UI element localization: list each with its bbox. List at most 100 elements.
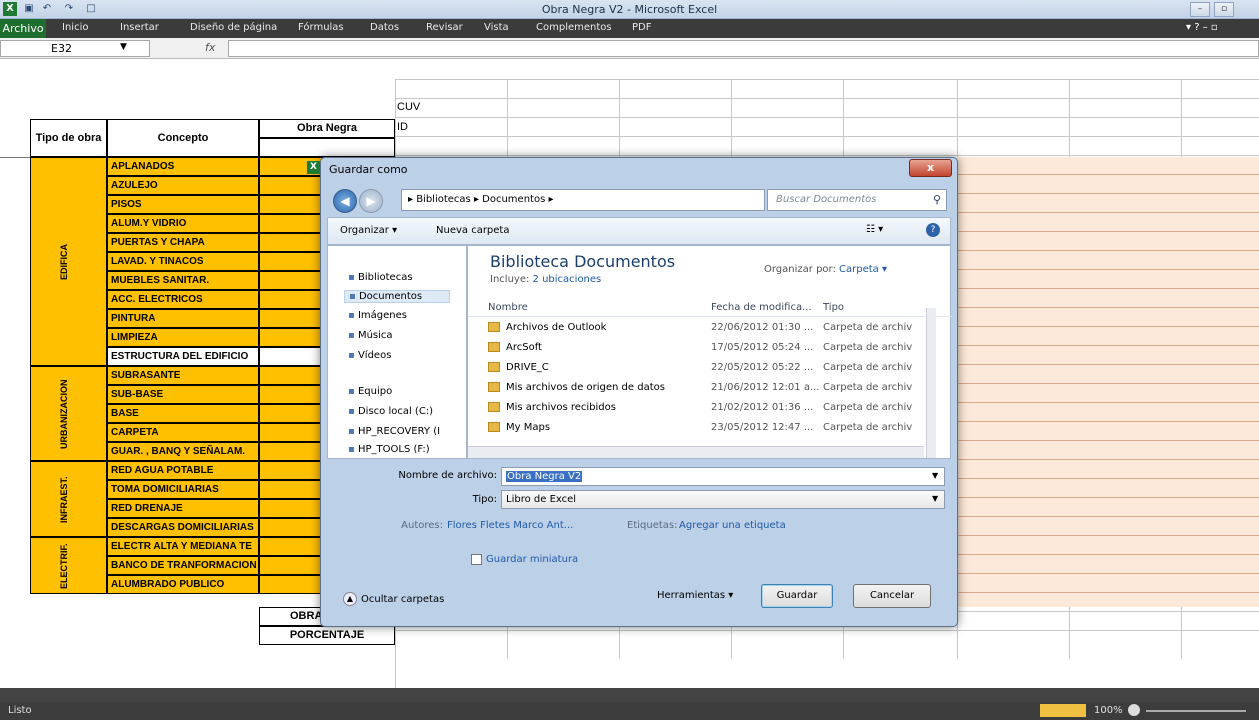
forward-arrow-icon[interactable]: ▶ <box>359 189 383 213</box>
chevron-down-icon[interactable]: ▼ <box>932 494 938 503</box>
list-item[interactable]: Mis archivos recibidos 21/02/2012 01:36 .… <box>488 402 943 420</box>
filename-value[interactable]: Obra Negra V2 <box>506 471 583 482</box>
tab-revisar[interactable]: Revisar <box>426 22 463 33</box>
vertical-scrollbar[interactable] <box>926 308 936 458</box>
concepto-cell[interactable]: PINTURA <box>107 309 259 328</box>
nav-item[interactable]: ▪ Vídeos <box>348 350 391 361</box>
column-fecha[interactable]: Fecha de modifica... <box>711 302 812 313</box>
concepto-cell[interactable]: TOMA DOMICILIARIAS <box>107 480 259 499</box>
address-bar[interactable]: ▸ Bibliotecas ▸ Documentos ▸ <box>401 189 765 211</box>
concepto-cell[interactable]: APLANADOS <box>107 157 259 176</box>
concepto-cell[interactable]: PISOS <box>107 195 259 214</box>
nueva-carpeta-button[interactable]: Nueva carpeta <box>436 225 509 236</box>
concepto-cell[interactable]: BASE <box>107 404 259 423</box>
concepto-cell[interactable]: ACC. ELECTRICOS <box>107 290 259 309</box>
tab-datos[interactable]: Datos <box>370 22 399 33</box>
filename-input[interactable]: Obra Negra V2 <box>501 467 945 486</box>
concepto-cell[interactable]: LIMPIEZA <box>107 328 259 347</box>
organizar-por-select[interactable]: Carpeta ▾ <box>839 264 887 275</box>
concepto-cell[interactable]: ELECTR ALTA Y MEDIANA TE <box>107 537 259 556</box>
concepto-cell[interactable]: BANCO DE TRANFORMACION <box>107 556 259 575</box>
search-icon[interactable]: ⚲ <box>933 193 941 206</box>
concepto-cell[interactable]: ESTRUCTURA DEL EDIFICIO <box>107 347 259 366</box>
zoom-level[interactable]: 100% <box>1094 705 1123 716</box>
chevron-down-icon[interactable]: ▼ <box>120 42 127 52</box>
herramientas-button[interactable]: Herramientas ▾ <box>657 590 733 601</box>
horizontal-scrollbar[interactable] <box>468 446 924 458</box>
tipo-obra-cell[interactable]: URBANIZACION <box>30 366 107 461</box>
miniatura-checkbox[interactable] <box>471 554 482 565</box>
help-icon[interactable]: ? <box>926 223 940 237</box>
view-options-icon[interactable]: ☷ ▾ <box>866 224 883 235</box>
breadcrumb[interactable]: ▸ Bibliotecas ▸ Documentos ▸ <box>408 194 553 205</box>
concepto-cell[interactable]: PUERTAS Y CHAPA <box>107 233 259 252</box>
tipo-obra-cell[interactable]: EDIFICA <box>30 157 107 366</box>
concepto-cell[interactable]: RED AGUA POTABLE <box>107 461 259 480</box>
status-ready: Listo <box>8 705 32 716</box>
tab-complementos[interactable]: Complementos <box>536 22 612 33</box>
search-input[interactable]: Buscar Documentos <box>767 189 947 211</box>
nav-item[interactable]: ▪ HP_RECOVERY (I <box>348 426 440 437</box>
guardar-button[interactable]: Guardar <box>761 584 833 608</box>
title-bar: X ▣ ↶ ↷ □ Obra Negra V2 - Microsoft Exce… <box>0 0 1259 19</box>
nav-item[interactable]: ▪ Disco local (C:) <box>348 406 433 417</box>
concepto-cell[interactable]: LAVAD. Y TINACOS <box>107 252 259 271</box>
list-item[interactable]: Archivos de Outlook 22/06/2012 01:30 ... C… <box>488 322 943 340</box>
nav-item[interactable]: ▪ Documentos <box>344 290 450 303</box>
column-nombre[interactable]: Nombre <box>488 302 528 313</box>
nav-item[interactable]: ▪ Bibliotecas <box>348 272 413 283</box>
list-item[interactable]: DRIVE_C 22/05/2012 05:22 ... Carpeta de ar… <box>488 362 943 380</box>
concepto-cell[interactable]: DESCARGAS DOMICILIARIAS <box>107 518 259 537</box>
etiquetas-value[interactable]: Agregar una etiqueta <box>679 520 786 531</box>
tipo-obra-cell[interactable]: INFRAEST. <box>30 461 107 537</box>
concepto-cell[interactable]: ALUM.Y VIDRIO <box>107 214 259 233</box>
list-item[interactable]: My Maps 23/05/2012 12:47 ... Carpeta de ar… <box>488 422 943 440</box>
concepto-cell[interactable]: ALUMBRADO PUBLICO <box>107 575 259 594</box>
formula-input[interactable] <box>228 40 1259 57</box>
ocultar-carpetas-button[interactable]: Ocultar carpetas <box>361 594 444 605</box>
nav-item[interactable]: ▪ Imágenes <box>348 310 407 321</box>
tab-pdf[interactable]: PDF <box>632 22 651 33</box>
concepto-cell[interactable]: GUAR. , BANQ Y SEÑALAM. <box>107 442 259 461</box>
chevron-up-icon[interactable]: ▲ <box>343 592 357 606</box>
nav-item[interactable]: ▪ HP_TOOLS (F:) <box>348 444 430 455</box>
column-tipo[interactable]: Tipo <box>823 302 844 313</box>
computer-icon: ▪ <box>348 386 358 397</box>
nav-item-label: HP_TOOLS (F:) <box>357 444 430 455</box>
zoom-out-icon[interactable] <box>1128 704 1140 716</box>
help-icon[interactable]: ▾ ? – ▫ <box>1186 22 1218 33</box>
concepto-cell[interactable]: CARPETA <box>107 423 259 442</box>
miniatura-label[interactable]: Guardar miniatura <box>486 554 578 565</box>
concepto-cell[interactable]: AZULEJO <box>107 176 259 195</box>
close-button[interactable]: x <box>909 159 952 177</box>
nav-item[interactable]: ▪ Música <box>348 330 393 341</box>
view-buttons[interactable] <box>1040 704 1086 717</box>
tab-vista[interactable]: Vista <box>484 22 509 33</box>
chevron-down-icon[interactable]: ▼ <box>932 471 938 480</box>
ubicaciones-link[interactable]: 2 ubicaciones <box>533 274 602 285</box>
tab-insertar[interactable]: Insertar <box>120 22 159 33</box>
tab-inicio[interactable]: Inicio <box>62 22 88 33</box>
concepto-cell[interactable]: SUBRASANTE <box>107 366 259 385</box>
name-box[interactable]: E32 <box>0 40 150 57</box>
tab-formulas[interactable]: Fórmulas <box>298 22 344 33</box>
tab-diseno[interactable]: Diseño de página <box>190 22 277 33</box>
autores-value[interactable]: Flores Fletes Marco Ant... <box>447 520 573 531</box>
function-icon[interactable]: fx <box>205 41 215 54</box>
list-item[interactable]: Mis archivos de origen de datos 21/06/201… <box>488 382 943 400</box>
organizar-button[interactable]: Organizar ▾ <box>340 225 397 236</box>
tipo-obra-cell[interactable]: ELECTRIF. <box>30 537 107 594</box>
nav-item[interactable]: ▪ Equipo <box>348 386 392 397</box>
concepto-cell[interactable]: MUEBLES SANITAR. <box>107 271 259 290</box>
zoom-slider[interactable] <box>1146 710 1246 712</box>
cancelar-button[interactable]: Cancelar <box>853 584 931 608</box>
sheet-horizontal-scrollbar[interactable] <box>0 688 1259 702</box>
minimize-button[interactable]: – <box>1190 2 1210 17</box>
concepto-cell[interactable]: SUB-BASE <box>107 385 259 404</box>
tab-archivo[interactable]: Archivo <box>0 19 46 38</box>
back-arrow-icon[interactable]: ◀ <box>333 189 357 213</box>
maximize-button[interactable]: ▫ <box>1214 2 1234 17</box>
tipo-select[interactable]: Libro de Excel <box>501 490 945 509</box>
list-item[interactable]: ArcSoft 17/05/2012 05:24 ... Carpeta de ar… <box>488 342 943 360</box>
concepto-cell[interactable]: RED DRENAJE <box>107 499 259 518</box>
